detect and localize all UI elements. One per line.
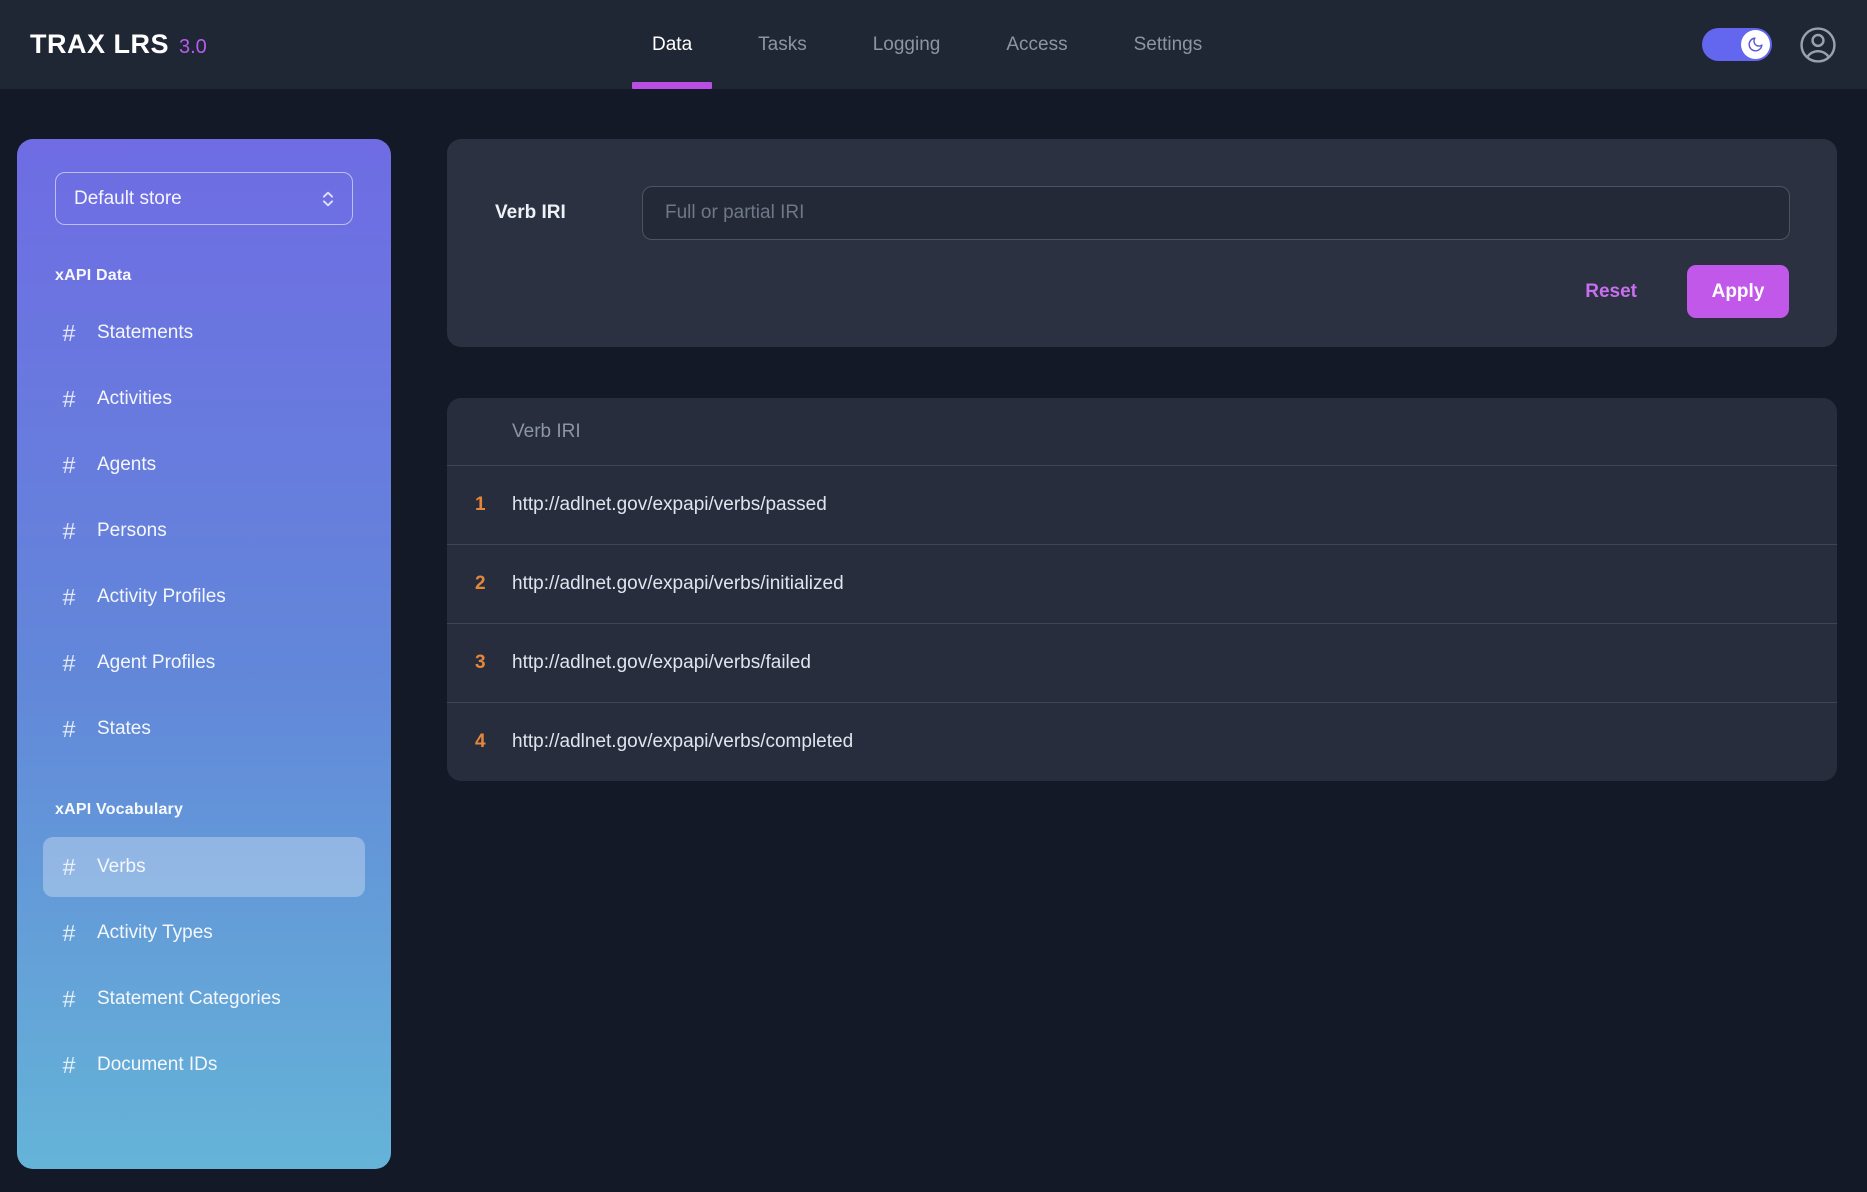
sidebar-item-label: Activities (97, 388, 172, 410)
sidebar-item-states[interactable]: # States (43, 699, 365, 759)
tab-data[interactable]: Data (652, 0, 692, 89)
filter-actions: Reset Apply (1585, 265, 1789, 318)
sidebar: Default store xAPI Data # Statements # A… (17, 139, 391, 1169)
sidebar-item-label: Statements (97, 322, 193, 344)
reset-button[interactable]: Reset (1585, 281, 1637, 303)
sidebar-item-label: Activity Profiles (97, 586, 226, 608)
filter-panel: Verb IRI Reset Apply (447, 139, 1837, 347)
section-label-xapi-data: xAPI Data (55, 267, 365, 285)
chevron-up-down-icon (318, 188, 338, 210)
dark-mode-toggle[interactable] (1702, 28, 1772, 61)
row-number: 2 (447, 573, 512, 595)
verb-iri-input[interactable] (642, 186, 1790, 240)
hash-icon: # (59, 920, 79, 947)
sidebar-item-activity-types[interactable]: # Activity Types (43, 903, 365, 963)
column-header-verb-iri: Verb IRI (447, 421, 581, 443)
sidebar-item-statement-categories[interactable]: # Statement Categories (43, 969, 365, 1029)
hash-icon: # (59, 650, 79, 677)
hash-icon: # (59, 452, 79, 479)
sidebar-item-document-ids[interactable]: # Document IDs (43, 1035, 365, 1095)
sidebar-item-activities[interactable]: # Activities (43, 369, 365, 429)
tab-tasks[interactable]: Tasks (758, 0, 807, 89)
row-verb-iri: http://adlnet.gov/expapi/verbs/completed (512, 731, 853, 753)
toggle-knob (1741, 30, 1770, 59)
sidebar-item-activity-profiles[interactable]: # Activity Profiles (43, 567, 365, 627)
brand-title: TRAX LRS (30, 29, 169, 60)
row-verb-iri: http://adlnet.gov/expapi/verbs/passed (512, 494, 827, 516)
store-selector-value: Default store (74, 188, 182, 210)
table-row[interactable]: 4 http://adlnet.gov/expapi/verbs/complet… (447, 702, 1837, 781)
tab-settings[interactable]: Settings (1134, 0, 1203, 89)
hash-icon: # (59, 584, 79, 611)
sidebar-item-agents[interactable]: # Agents (43, 435, 365, 495)
sidebar-item-agent-profiles[interactable]: # Agent Profiles (43, 633, 365, 693)
table-row[interactable]: 3 http://adlnet.gov/expapi/verbs/failed (447, 623, 1837, 702)
brand-version: 3.0 (179, 36, 207, 59)
sidebar-item-label: Activity Types (97, 922, 213, 944)
user-icon (1797, 24, 1839, 66)
verb-iri-filter-label: Verb IRI (495, 186, 566, 240)
tab-logging[interactable]: Logging (873, 0, 941, 89)
row-number: 4 (447, 731, 512, 753)
table-row[interactable]: 2 http://adlnet.gov/expapi/verbs/initial… (447, 544, 1837, 623)
hash-icon: # (59, 854, 79, 881)
hash-icon: # (59, 986, 79, 1013)
sidebar-item-label: Persons (97, 520, 167, 542)
sidebar-item-statements[interactable]: # Statements (43, 303, 365, 363)
section-label-xapi-vocabulary: xAPI Vocabulary (55, 801, 365, 819)
sidebar-item-label: Document IDs (97, 1054, 217, 1076)
hash-icon: # (59, 716, 79, 743)
row-verb-iri: http://adlnet.gov/expapi/verbs/initializ… (512, 573, 844, 595)
header-controls (1702, 0, 1839, 89)
row-number: 3 (447, 652, 512, 674)
sidebar-item-verbs[interactable]: # Verbs (43, 837, 365, 897)
hash-icon: # (59, 1052, 79, 1079)
sidebar-item-label: Verbs (97, 856, 146, 878)
sidebar-item-persons[interactable]: # Persons (43, 501, 365, 561)
main-nav: Data Tasks Logging Access Settings (652, 0, 1202, 89)
row-number: 1 (447, 494, 512, 516)
tab-access[interactable]: Access (1006, 0, 1067, 89)
hash-icon: # (59, 320, 79, 347)
verbs-table: Verb IRI 1 http://adlnet.gov/expapi/verb… (447, 398, 1837, 781)
moon-icon (1747, 36, 1764, 53)
sidebar-item-label: Statement Categories (97, 988, 281, 1010)
sidebar-item-label: Agent Profiles (97, 652, 215, 674)
app-logo: TRAX LRS 3.0 (30, 29, 207, 60)
row-verb-iri: http://adlnet.gov/expapi/verbs/failed (512, 652, 811, 674)
sidebar-item-label: Agents (97, 454, 156, 476)
table-header-row: Verb IRI (447, 398, 1837, 465)
store-selector[interactable]: Default store (55, 172, 353, 225)
user-account-button[interactable] (1797, 24, 1839, 66)
hash-icon: # (59, 518, 79, 545)
apply-button[interactable]: Apply (1687, 265, 1789, 318)
sidebar-item-label: States (97, 718, 151, 740)
table-row[interactable]: 1 http://adlnet.gov/expapi/verbs/passed (447, 465, 1837, 544)
hash-icon: # (59, 386, 79, 413)
app-header: TRAX LRS 3.0 Data Tasks Logging Access S… (0, 0, 1867, 89)
